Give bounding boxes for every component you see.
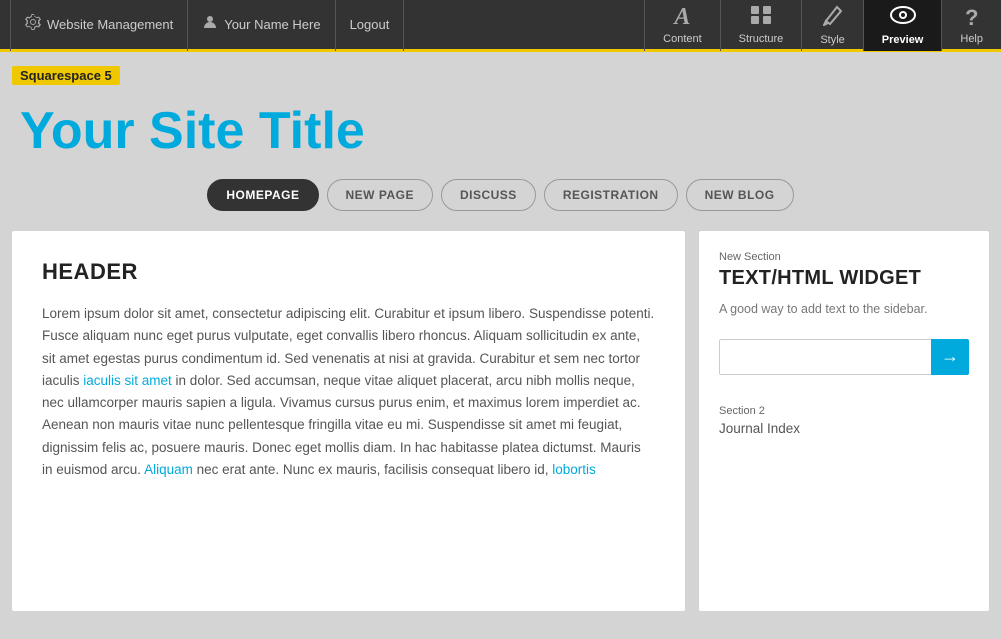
logout-item[interactable]: Logout [336,0,405,51]
preview-label: Preview [882,34,924,46]
sidebar-section2-value: Journal Index [719,421,969,436]
sidebar-section2-label: Section 2 [719,405,969,417]
content-icon: A [674,4,690,31]
gear-icon [25,14,41,35]
nav-structure[interactable]: Structure [720,0,802,51]
sidebar-search-button[interactable]: → [931,339,969,375]
nav-style[interactable]: Style [801,0,862,51]
content-body: Lorem ipsum dolor sit amet, consectetur … [42,303,655,481]
structure-icon [750,5,772,31]
topbar-right: A Content Structure St [644,0,1001,51]
help-icon: ? [965,5,978,31]
site-title: Your Site Title [12,101,989,161]
tab-new-blog[interactable]: NEW BLOG [686,179,794,211]
preview-icon [890,4,916,32]
sidebar-search-input[interactable] [719,339,931,375]
ss-badge: Squarespace 5 [12,66,120,85]
help-label: Help [960,33,983,45]
user-icon [202,14,218,35]
content-header: HEADER [42,259,655,285]
content-label: Content [663,33,702,45]
website-management-label: Website Management [47,17,173,32]
tab-new-page[interactable]: NEW PAGE [327,179,433,211]
sidebar-panel: New Section TEXT/HTML WIDGET A good way … [699,231,989,611]
content-area: Squarespace 5 Your Site Title HOMEPAGE N… [0,52,1001,639]
sidebar-widget-title: TEXT/HTML WIDGET [719,267,969,290]
tab-registration[interactable]: REGISTRATION [544,179,678,211]
nav-preview[interactable]: Preview [863,0,942,51]
style-icon [823,4,843,32]
main-content-panel: HEADER Lorem ipsum dolor sit amet, conse… [12,231,685,611]
sidebar-section1-label: New Section [719,251,969,263]
nav-content[interactable]: A Content [644,0,720,51]
topbar: Website Management Your Name Here Logout… [0,0,1001,52]
tab-homepage[interactable]: HOMEPAGE [207,179,318,211]
tab-discuss[interactable]: DISCUSS [441,179,536,211]
topbar-left: Website Management Your Name Here Logout [0,0,644,51]
user-name-label: Your Name Here [224,17,320,32]
logout-label: Logout [350,17,390,32]
nav-tabs: HOMEPAGE NEW PAGE DISCUSS REGISTRATION N… [12,179,989,211]
structure-label: Structure [739,33,784,45]
sidebar-input-row: → [719,339,969,375]
user-item[interactable]: Your Name Here [188,0,335,51]
style-label: Style [820,34,844,46]
arrow-right-icon: → [941,346,959,367]
main-layout: HEADER Lorem ipsum dolor sit amet, conse… [12,231,989,611]
nav-help[interactable]: ? Help [941,0,1001,51]
website-management-item[interactable]: Website Management [10,0,188,51]
sidebar-widget-desc: A good way to add text to the sidebar. [719,300,969,319]
